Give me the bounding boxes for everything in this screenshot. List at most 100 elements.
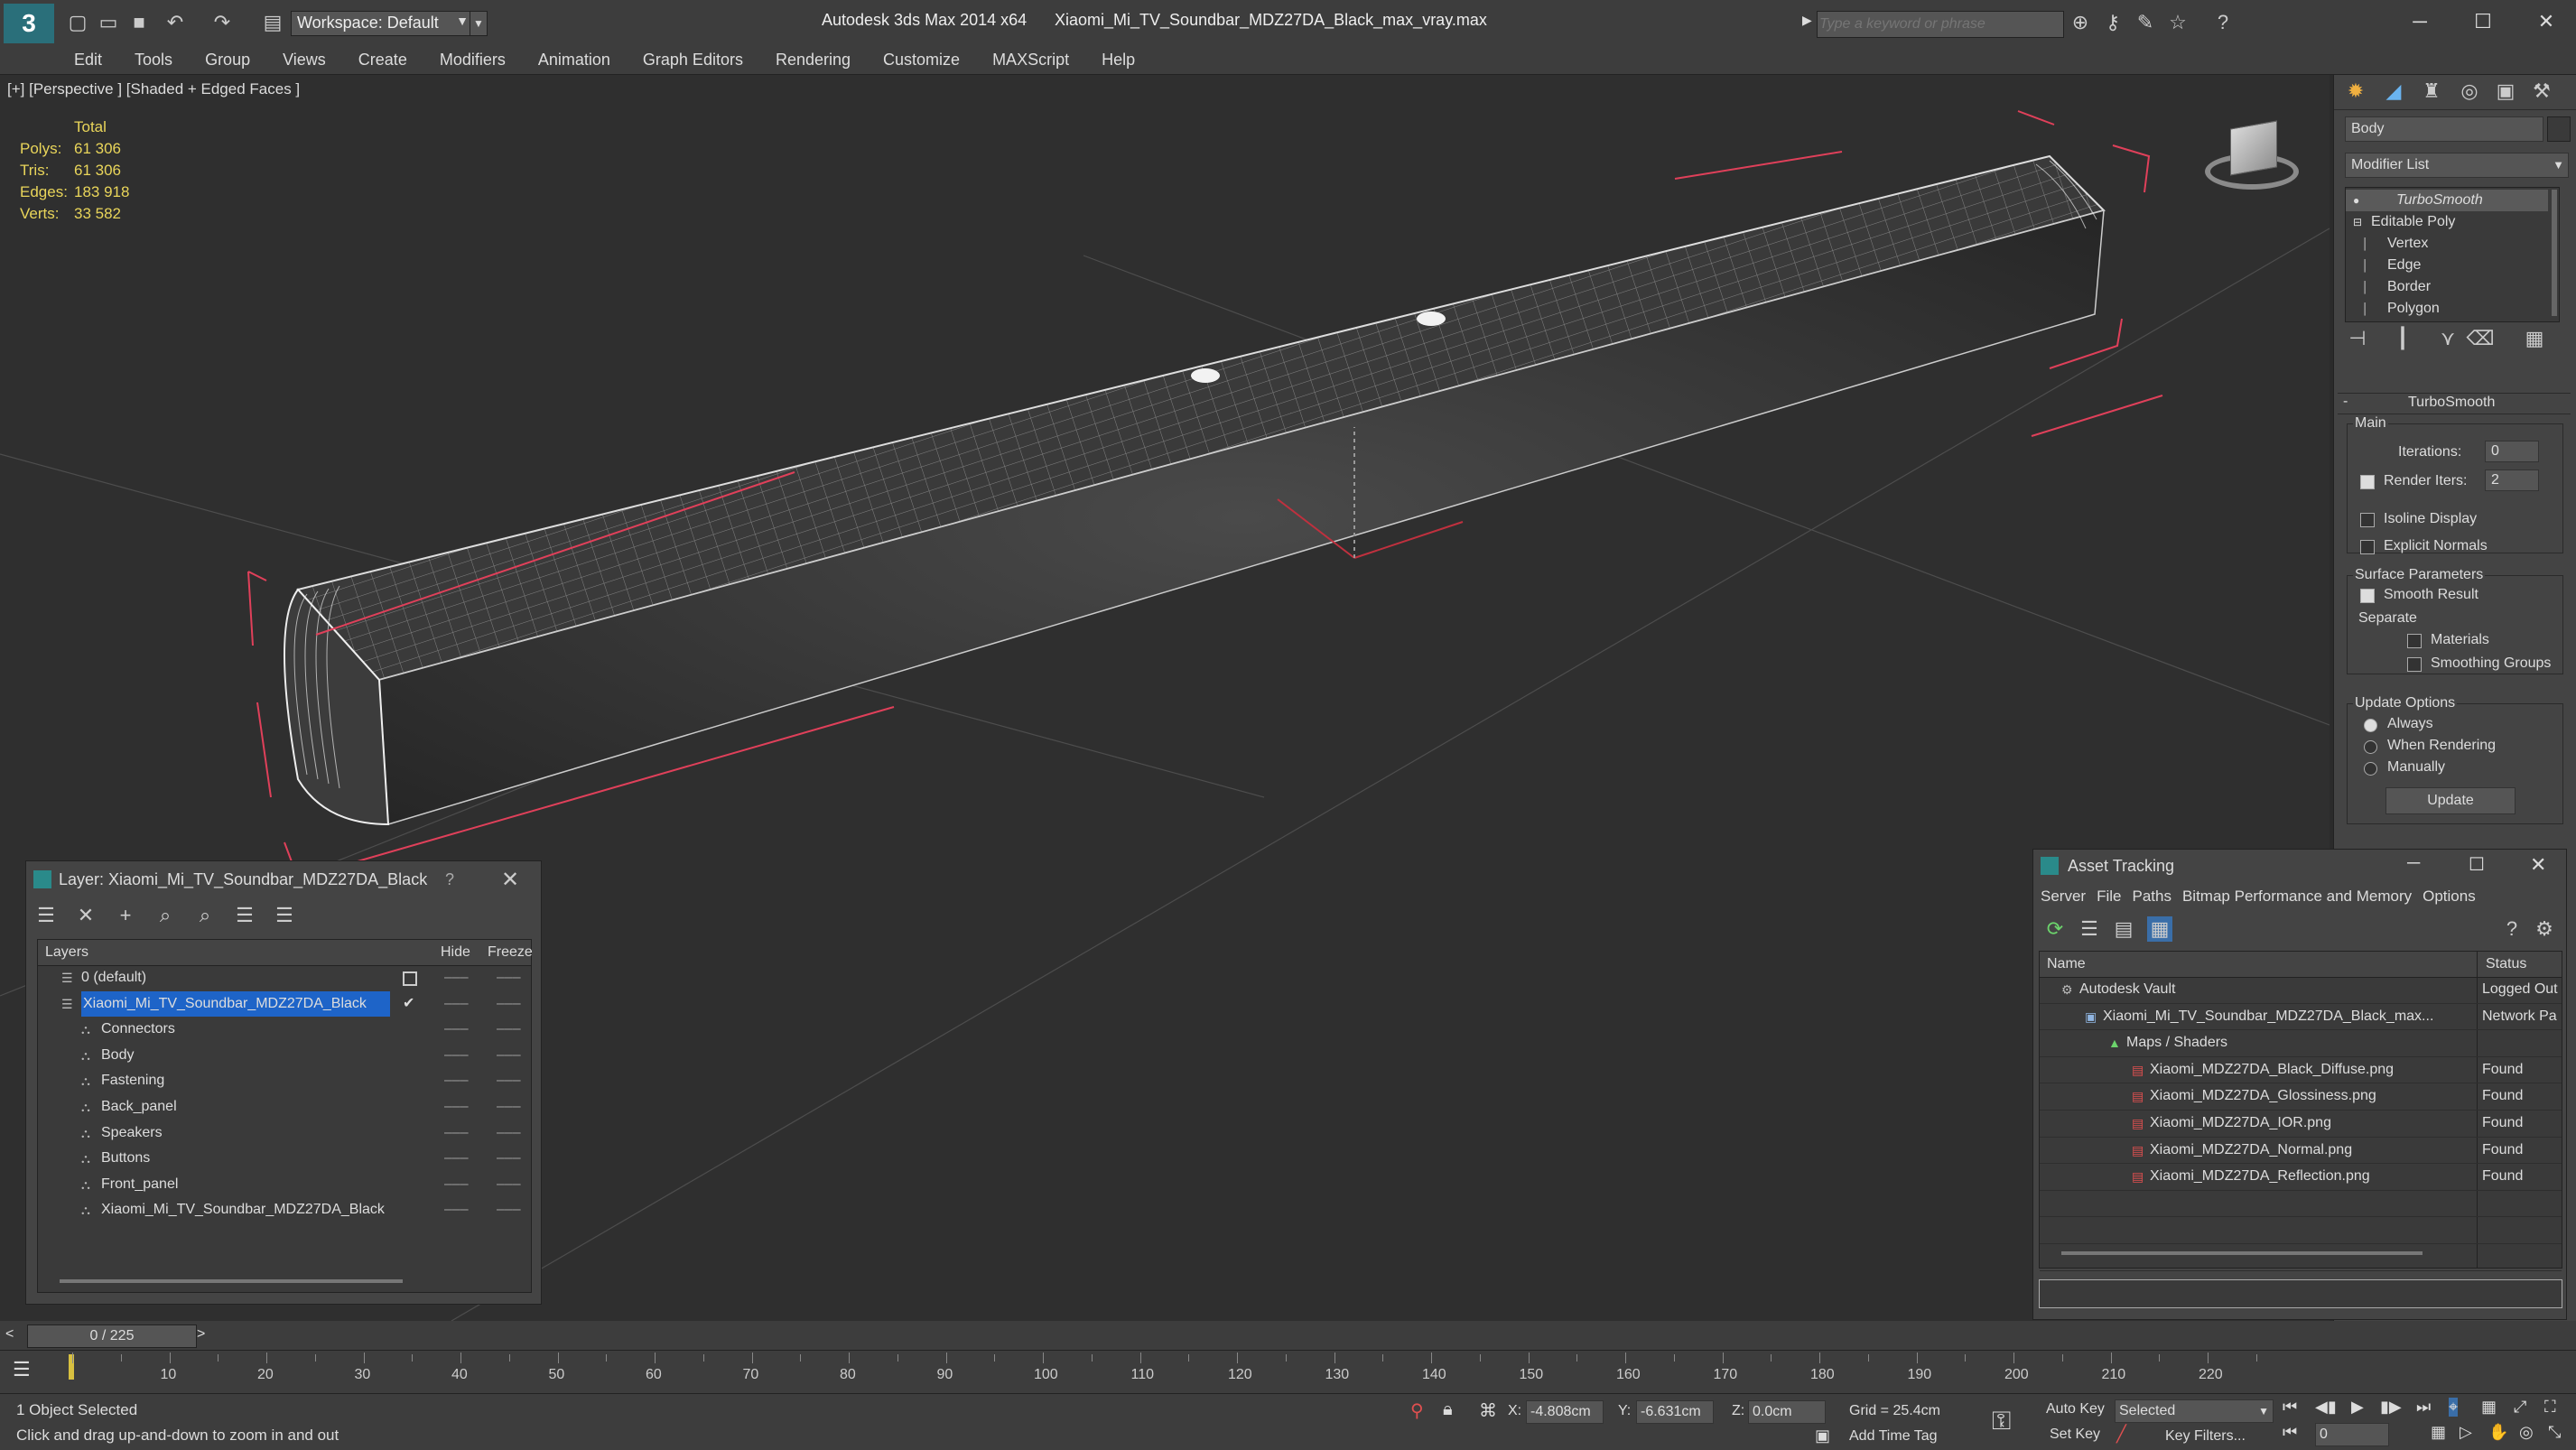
- time-slider-next-icon[interactable]: >: [197, 1326, 205, 1343]
- hide-toggle[interactable]: –––: [444, 1017, 469, 1043]
- layer-row[interactable]: ☰ Xiaomi_Mi_TV_Soundbar_MDZ27DA_Black ✔ –––…: [38, 990, 531, 1018]
- binoculars-icon[interactable]: ⊕: [2068, 10, 2093, 35]
- asset-menu-bitmap-performance-and-memory[interactable]: Bitmap Performance and Memory: [2181, 886, 2421, 907]
- play-icon[interactable]: ▶: [2351, 1398, 2364, 1417]
- workspace-arrow-button[interactable]: ▼: [470, 11, 488, 36]
- col-layers[interactable]: Layers: [45, 944, 88, 961]
- project-folder-icon[interactable]: ▤: [260, 10, 285, 35]
- add-time-tag[interactable]: Add Time Tag: [1849, 1428, 1938, 1445]
- freeze-toggle[interactable]: –––: [497, 1094, 521, 1120]
- freeze-toggle[interactable]: –––: [497, 1068, 521, 1094]
- viewcube[interactable]: [2203, 116, 2302, 197]
- star-icon[interactable]: ☆: [2165, 10, 2190, 35]
- always-radio[interactable]: [2364, 719, 2377, 732]
- minimize-button[interactable]: ─: [2393, 5, 2447, 38]
- current-layer-check-icon[interactable]: ✔: [403, 991, 414, 1018]
- turbosmooth-rollout-header[interactable]: - TurboSmooth: [2338, 393, 2571, 414]
- stack-item[interactable]: │ Polygon: [2346, 298, 2548, 320]
- menu-help[interactable]: Help: [1085, 45, 1151, 74]
- freeze-toggle[interactable]: –––: [497, 965, 521, 991]
- lock-selection-icon[interactable]: 🔒︎: [1443, 1399, 1453, 1420]
- freeze-toggle[interactable]: –––: [497, 1043, 521, 1069]
- freeze-toggle[interactable]: –––: [497, 1146, 521, 1172]
- layer-row[interactable]: ☰ 0 (default) ––– –––: [38, 965, 531, 991]
- absolute-mode-icon[interactable]: ⌘: [1479, 1399, 1497, 1422]
- time-slider-thumb[interactable]: 0 / 225: [27, 1325, 197, 1348]
- workspace-dropdown[interactable]: Workspace: Default ▼: [291, 11, 473, 36]
- freeze-toggle[interactable]: –––: [497, 1197, 521, 1223]
- remove-modifier-icon[interactable]: ⌫: [2466, 326, 2494, 351]
- hide-toggle[interactable]: –––: [444, 991, 469, 1018]
- menu-graph-editors[interactable]: Graph Editors: [627, 45, 759, 74]
- viewport-label[interactable]: [+] [Perspective ] [Shaded + Edged Faces…: [7, 80, 300, 98]
- goto-start-icon[interactable]: ⏮: [2283, 1398, 2297, 1417]
- asset-row[interactable]: ▤ Xiaomi_MDZ27DA_Glossiness.png Found: [2040, 1083, 2562, 1111]
- maximize-button[interactable]: ☐: [2456, 5, 2510, 38]
- key-filters-button[interactable]: Key Filters...: [2165, 1428, 2246, 1445]
- time-slider[interactable]: < 0 / 225 >: [0, 1321, 2576, 1350]
- freeze-all-icon[interactable]: ☰: [272, 903, 297, 928]
- key-icon[interactable]: ⚷: [2100, 10, 2125, 35]
- key-mode-toggle-icon[interactable]: ⏮: [2283, 1423, 2297, 1442]
- search-arrow-icon[interactable]: ▶: [1802, 13, 1817, 34]
- smooth-result-checkbox[interactable]: [2360, 589, 2375, 603]
- redo-icon[interactable]: ↷: [209, 10, 235, 35]
- close-button[interactable]: ✕: [2519, 5, 2573, 38]
- maximize-toggle-icon[interactable]: ⤡: [2548, 1423, 2561, 1442]
- asset-row[interactable]: ⚙ Autodesk Vault Logged Out: [2040, 977, 2562, 1004]
- layer-row[interactable]: ⛬ Fastening ––– –––: [38, 1068, 531, 1094]
- make-unique-icon[interactable]: ⋎: [2435, 326, 2460, 351]
- modify-tab-icon[interactable]: ◢: [2381, 79, 2406, 104]
- when-rendering-radio[interactable]: [2364, 740, 2377, 754]
- stack-scrollbar[interactable]: [2552, 190, 2557, 316]
- add-to-layer-icon[interactable]: +: [113, 903, 138, 928]
- key-mode-dropdown[interactable]: Selected ▼: [2115, 1399, 2274, 1423]
- pan-view-icon[interactable]: ✋: [2488, 1423, 2508, 1442]
- display-tab-icon[interactable]: ▣: [2493, 79, 2518, 104]
- detail-view-icon[interactable]: ▤: [2111, 916, 2136, 942]
- menu-views[interactable]: Views: [266, 45, 342, 74]
- hierarchy-tab-icon[interactable]: ♜: [2419, 79, 2444, 104]
- track-bar[interactable]: ☰ 10 20 30 40 50 60 70 80 90 100 110 120 130 140 150 16…: [0, 1350, 2576, 1394]
- zoom-all-icon[interactable]: ▦: [2481, 1398, 2497, 1417]
- menu-group[interactable]: Group: [189, 45, 266, 74]
- isolate-icon[interactable]: ⚲: [1410, 1399, 1424, 1422]
- asset-row[interactable]: ▤ Xiaomi_MDZ27DA_Normal.png Found: [2040, 1138, 2562, 1165]
- freeze-toggle[interactable]: –––: [497, 991, 521, 1018]
- iterations-spinner[interactable]: 0: [2485, 441, 2539, 462]
- stack-item[interactable]: ● TurboSmooth: [2346, 190, 2548, 211]
- highlight-layer-icon[interactable]: ⌕: [192, 903, 218, 928]
- open-file-icon[interactable]: ▭: [96, 10, 121, 35]
- asset-maximize-button[interactable]: ☐: [2469, 853, 2485, 876]
- freeze-toggle[interactable]: –––: [497, 1017, 521, 1043]
- menu-tools[interactable]: Tools: [118, 45, 189, 74]
- stack-item[interactable]: │ Vertex: [2346, 233, 2548, 255]
- goto-end-icon[interactable]: ⏭: [2416, 1398, 2431, 1417]
- render-iters-spinner[interactable]: 2: [2485, 469, 2539, 491]
- layer-row[interactable]: ⛬ Buttons ––– –––: [38, 1146, 531, 1172]
- refresh-icon[interactable]: ⟳: [2042, 916, 2068, 942]
- explicit-normals-checkbox[interactable]: [2360, 540, 2375, 554]
- object-name-field[interactable]: Body: [2345, 116, 2543, 142]
- hide-toggle[interactable]: –––: [444, 1043, 469, 1069]
- hide-toggle[interactable]: –––: [444, 965, 469, 991]
- col-name[interactable]: Name: [2047, 956, 2086, 972]
- hide-toggle[interactable]: –––: [444, 1172, 469, 1198]
- set-key-big-icon[interactable]: ⚿: [1992, 1407, 2011, 1436]
- y-coordinate-field[interactable]: -6.631cm: [1636, 1400, 1714, 1424]
- x-coordinate-field[interactable]: -4.808cm: [1526, 1400, 1604, 1424]
- col-status[interactable]: Status: [2486, 956, 2526, 972]
- layer-help-button[interactable]: ?: [445, 870, 454, 889]
- key-filters-icon[interactable]: ╱: [2116, 1425, 2126, 1444]
- layer-row[interactable]: ⛬ Back_panel ––– –––: [38, 1094, 531, 1120]
- asset-path-field[interactable]: [2039, 1279, 2562, 1308]
- layer-row[interactable]: ⛬ Connectors ––– –––: [38, 1017, 531, 1043]
- isoline-display-checkbox[interactable]: [2360, 513, 2375, 527]
- layer-close-button[interactable]: ✕: [501, 867, 519, 893]
- menu-maxscript[interactable]: MAXScript: [976, 45, 1085, 74]
- render-iters-checkbox[interactable]: [2360, 475, 2375, 489]
- bulb-icon[interactable]: ●: [2353, 190, 2359, 211]
- help-icon[interactable]: ?: [2210, 10, 2236, 35]
- time-slider-prev-icon[interactable]: <: [5, 1326, 14, 1343]
- asset-menu-file[interactable]: File: [2095, 886, 2130, 907]
